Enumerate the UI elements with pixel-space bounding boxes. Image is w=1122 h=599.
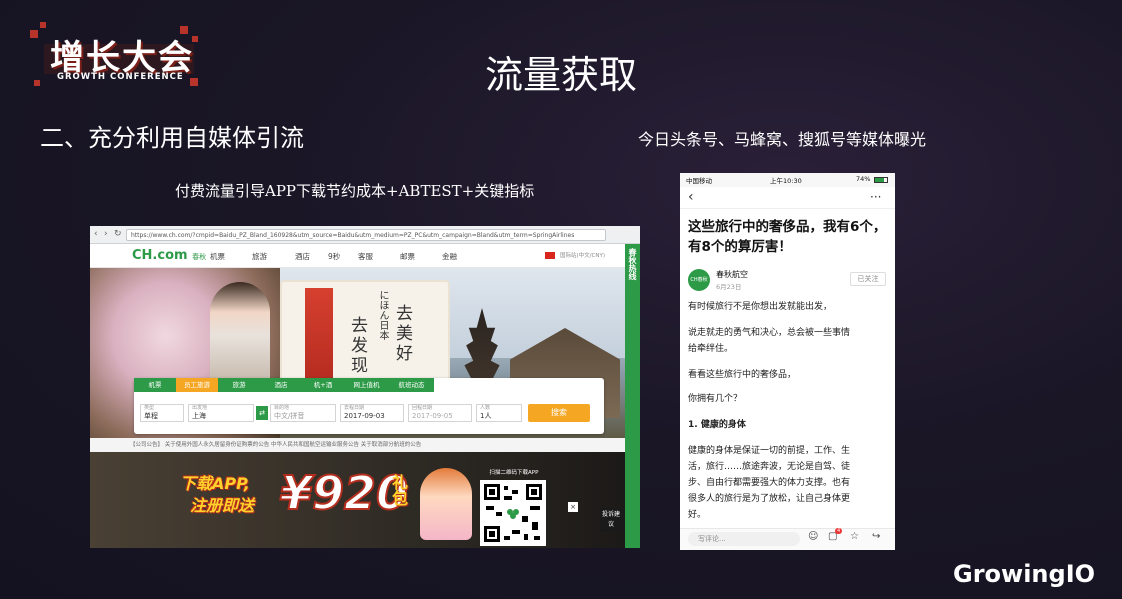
tab-staff-travel[interactable]: 员工旅游 [176, 378, 218, 392]
article-phone-screenshot: 中国移动 上午10:30 74% ‹ ··· 这些旅行中的奢侈品，我有6个，有8… [680, 173, 895, 550]
tab-checkin[interactable]: 网上值机 [344, 378, 389, 392]
nav-item-stamps[interactable]: 邮票 [400, 251, 415, 262]
more-icon[interactable]: ··· [870, 190, 881, 204]
swap-icon[interactable]: ⇄ [256, 406, 268, 420]
hero-text-japan: にほん日本 [377, 290, 388, 340]
carrier-label: 中国移动 [686, 177, 712, 185]
article-paragraph: 步、自由行都需要强大的体力支撑。也有 [688, 478, 851, 488]
growingio-logo: GrowingIO [953, 560, 1096, 588]
battery-icon [874, 177, 888, 183]
qr-code [480, 480, 546, 546]
article-paragraph: 看看这些旅行中的奢侈品， [688, 370, 797, 380]
share-icon[interactable]: ↪ [872, 531, 880, 542]
article-paragraph: 活，旅行……旅途奔波，无论是自驾、徒 [688, 462, 851, 472]
notice-bar[interactable]: 【公司公告】 关于使用外国人永久居留身份证购票的公告 中华人民共和国航空运输业服… [90, 438, 625, 452]
banner-gift-text: 礼包 [389, 474, 408, 506]
tab-hotel[interactable]: 酒店 [260, 378, 302, 392]
close-icon[interactable]: × [568, 502, 578, 512]
qr-label: 扫描二维码下载APP [489, 470, 539, 476]
nav-item-flights[interactable]: 机票 [210, 251, 225, 262]
search-tabs: 机票 员工旅游 旅游 酒店 机+酒 网上值机 航班动态 [134, 378, 434, 392]
article-paragraph: 好。 [688, 510, 707, 520]
hero-text-beauty: 去美好 [392, 304, 412, 364]
search-button[interactable]: 搜索 [528, 404, 590, 422]
tab-flight-status[interactable]: 航班动态 [389, 378, 434, 392]
article-paragraph: 有时候旅行不是你想出发就能出发， [688, 302, 833, 312]
emoji-icon[interactable]: ☺ [808, 531, 818, 542]
app-promo-banner: 下载APP, 注册即送 ¥920 礼包 扫描二维码下载APP × 投诉建议 [90, 452, 625, 548]
favorite-icon[interactable]: ☆ [850, 531, 859, 542]
follow-button[interactable]: 已关注 [850, 272, 886, 286]
article-paragraph: 说走就走的勇气和决心，总会被一些事情 [688, 328, 851, 338]
left-caption: 付费流量引导APP下载节约成本+ABTEST+关键指标 [175, 182, 535, 200]
banner-download-text: 下载APP, [180, 474, 250, 493]
nav-item-finance[interactable]: 金融 [442, 251, 457, 262]
tab-flight-hotel[interactable]: 机+酒 [302, 378, 344, 392]
china-flag-icon [545, 252, 555, 259]
browser-toolbar: ‹ › ↻ https://www.ch.com/?cmpid=Baidu_PZ… [90, 226, 640, 244]
back-icon[interactable]: ‹ [688, 189, 694, 205]
site-header: CH.com 春秋 机票 旅游 酒店 9秒 客服 邮票 金融 国际站(中文/CN… [90, 244, 640, 268]
site-logo[interactable]: CH.com 春秋 [132, 248, 206, 263]
destination-input[interactable]: 目的地 中文/拼音 [270, 404, 336, 422]
app-bar [680, 187, 895, 209]
status-time: 上午10:30 [770, 177, 802, 185]
banner-register-text: 注册即送 [190, 496, 255, 515]
return-date-input[interactable]: 回程日期 2017-09-05 [408, 404, 472, 422]
avatar[interactable]: CH春秋 [688, 269, 710, 291]
trip-type-select[interactable]: 类型 单程 [140, 404, 184, 422]
forward-icon[interactable]: › [104, 229, 108, 239]
article-paragraph: 你拥有几个？ [688, 394, 743, 404]
publish-date: 6月23日 [716, 283, 742, 291]
slide-title: 流量获取 [484, 53, 637, 97]
article-paragraph: 给牵绊住。 [688, 344, 734, 354]
comment-input[interactable]: 写评论... [688, 532, 800, 546]
media-caption: 今日头条号、马蜂窝、搜狐号等媒体曝光 [638, 130, 927, 149]
complaint-button[interactable]: 投诉建议 [600, 508, 622, 532]
article-subheading: 1. 健康的身体 [688, 420, 746, 430]
status-bar: 中国移动 上午10:30 74% [680, 173, 895, 187]
nav-item-travel[interactable]: 旅游 [252, 251, 267, 262]
battery-label: 74% [856, 175, 871, 183]
back-icon[interactable]: ‹ [94, 229, 98, 239]
origin-input[interactable]: 出发地 上海 [188, 404, 254, 422]
tokyo-tower-image [305, 288, 333, 384]
locale-select[interactable]: 国际站(中文/CNY) [560, 251, 605, 259]
tab-travel[interactable]: 旅游 [218, 378, 260, 392]
hotline-label[interactable]: 春秋热线 [627, 248, 638, 280]
mascot-image [420, 468, 472, 540]
article-title: 这些旅行中的奢侈品，我有6个，有8个的算厉害！ [688, 219, 887, 255]
nav-item-service[interactable]: 客服 [358, 251, 373, 262]
article-paragraph: 很多人的旅行是为了放松，让自己身体更 [688, 494, 851, 504]
address-bar[interactable]: https://www.ch.com/?cmpid=Baidu_PZ_Bland… [126, 229, 606, 241]
passengers-select[interactable]: 人数 1人 [476, 404, 522, 422]
website-screenshot: ‹ › ↻ https://www.ch.com/?cmpid=Baidu_PZ… [90, 226, 640, 548]
nav-item-9sec[interactable]: 9秒 [328, 251, 340, 262]
hotline-sidebar [625, 244, 640, 548]
depart-date-input[interactable]: 去程日期 2017-09-03 [340, 404, 404, 422]
comment-count-badge: 4 [835, 528, 843, 534]
section-heading: 二、充分利用自媒体引流 [40, 124, 304, 152]
reload-icon[interactable]: ↻ [114, 229, 122, 239]
article-paragraph: 健康的身体是保证一切的前提，工作、生 [688, 446, 851, 456]
author-name[interactable]: 春秋航空 [716, 269, 748, 280]
nav-item-hotel[interactable]: 酒店 [295, 251, 310, 262]
hero-text-discover: 去发现 [347, 316, 367, 376]
tab-flights[interactable]: 机票 [134, 378, 176, 392]
